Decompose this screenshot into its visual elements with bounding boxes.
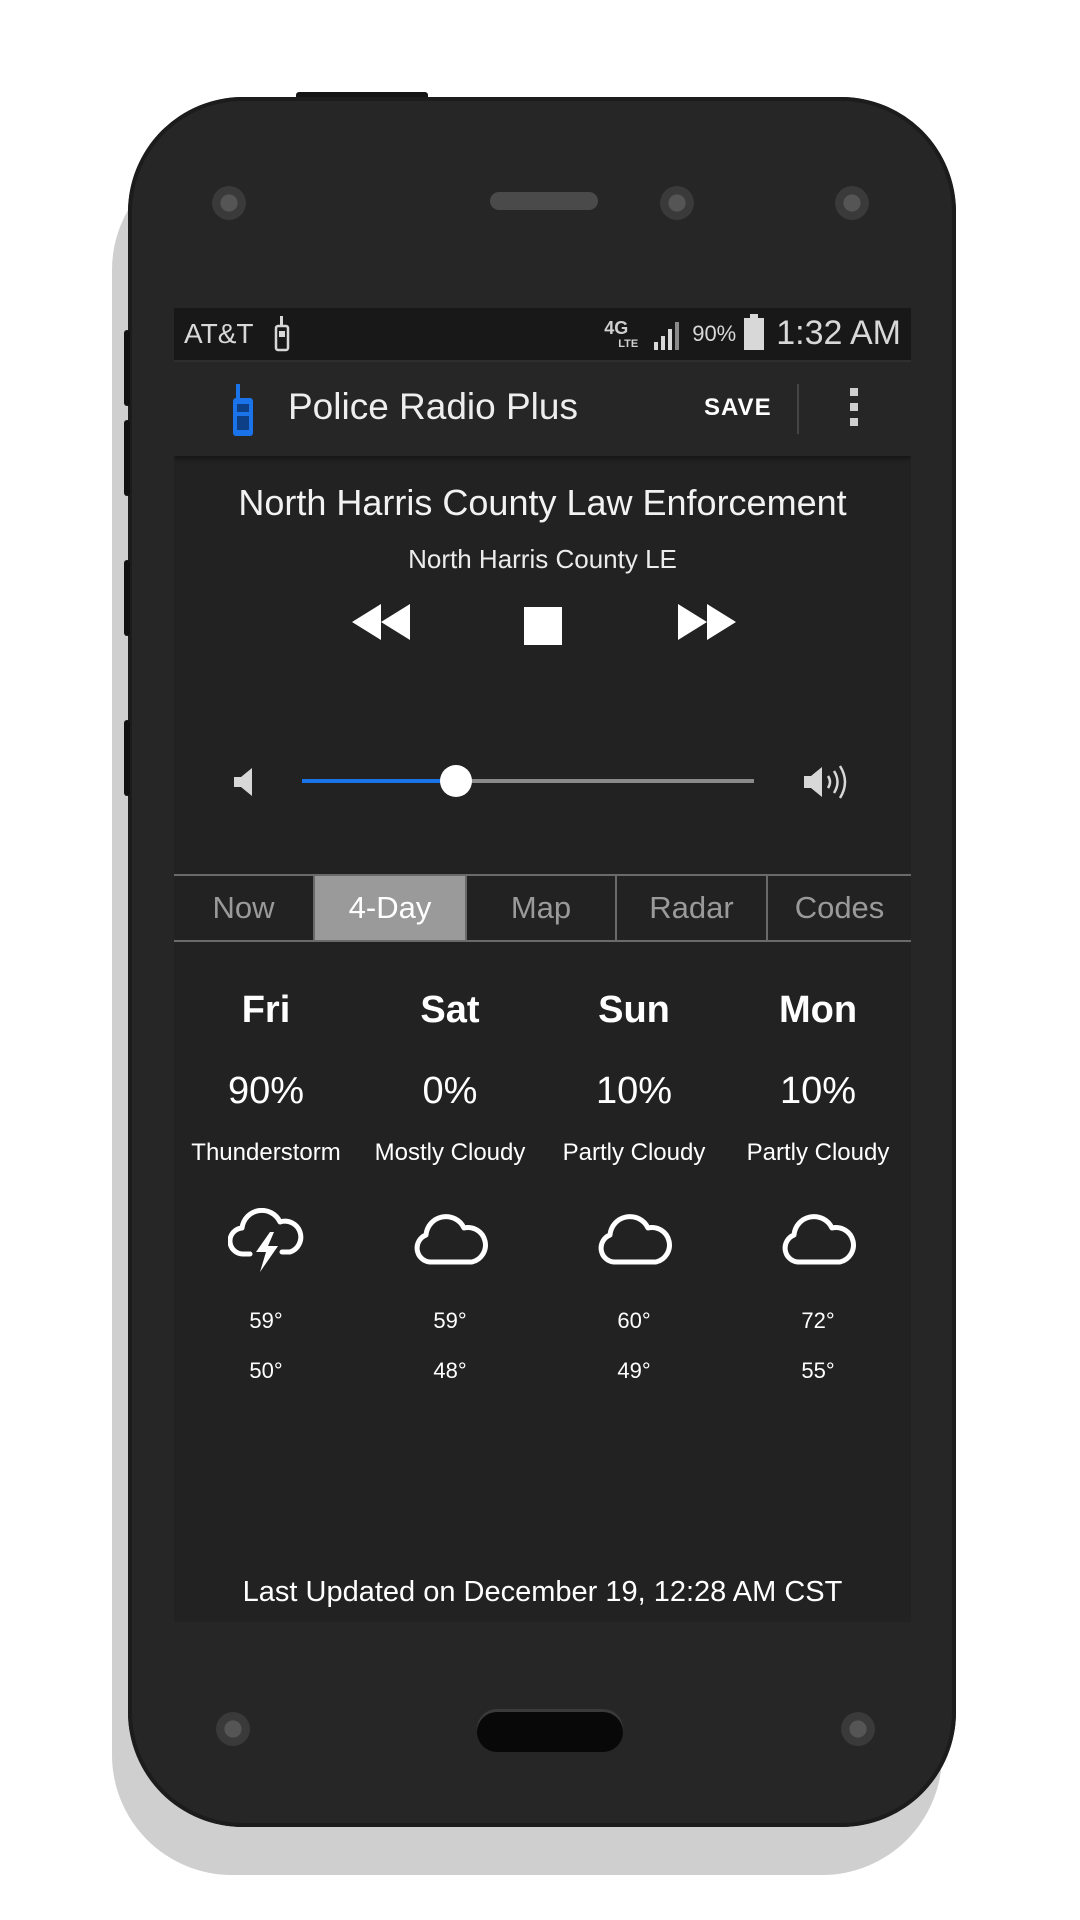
- precip-chance: 10%: [595, 1070, 673, 1112]
- fast-forward-icon[interactable]: [678, 604, 736, 640]
- tab-label: Map: [510, 890, 572, 925]
- station-title: North Harris County Law Enforcement: [238, 482, 847, 523]
- app-title: Police Radio Plus: [288, 386, 578, 427]
- condition-label: Partly Cloudy: [562, 1139, 706, 1166]
- earpiece-speaker: [490, 192, 598, 210]
- carrier-label: AT&T: [184, 318, 254, 349]
- cloud-icon: [414, 1214, 488, 1265]
- app-bar: Police Radio Plus SAVE: [174, 362, 911, 456]
- low-temp: 49°: [617, 1358, 651, 1383]
- tab-label: Radar: [649, 890, 734, 925]
- cloud-icon: [598, 1214, 672, 1265]
- status-bar: AT&T 4G LTE 90% 1:32 AM: [174, 308, 911, 362]
- front-sensor-left: [212, 186, 246, 220]
- station-subtitle: North Harris County LE: [408, 544, 677, 574]
- day-name: Fri: [241, 989, 291, 1031]
- high-temp: 59°: [433, 1308, 467, 1333]
- stop-icon[interactable]: [524, 607, 562, 645]
- tab-codes[interactable]: Codes: [768, 876, 911, 940]
- volume-down-button: [124, 420, 130, 496]
- radio-app-icon: [233, 384, 253, 436]
- day-name: Sun: [598, 989, 670, 1031]
- battery-icon: [744, 313, 765, 350]
- precip-chance: 90%: [227, 1070, 305, 1112]
- network-sub-label: LTE: [618, 337, 639, 350]
- high-temp: 60°: [617, 1308, 651, 1333]
- thunderstorm-icon: [228, 1208, 304, 1272]
- condition-label: Mostly Cloudy: [374, 1139, 526, 1166]
- radio-notification-icon: [274, 316, 290, 352]
- low-temp: 48°: [433, 1358, 467, 1383]
- tab-radar[interactable]: Radar: [617, 876, 768, 940]
- front-sensor-right: [835, 186, 869, 220]
- weather-tabs: Now 4-Day Map Radar Codes: [174, 874, 911, 942]
- front-camera: [660, 186, 694, 220]
- save-button[interactable]: SAVE: [704, 394, 772, 422]
- four-day-forecast: Fri 90% Thunderstorm 59° 50° Sat 0% Most…: [174, 984, 911, 1424]
- tab-4-day[interactable]: 4-Day: [315, 876, 467, 940]
- overflow-menu-icon[interactable]: [848, 388, 860, 434]
- precip-chance: 0%: [422, 1070, 478, 1112]
- camera-button: [124, 560, 130, 636]
- forecast-day: Sun 10% Partly Cloudy 60° 49°: [542, 984, 726, 1384]
- low-temp: 50°: [249, 1358, 283, 1383]
- last-updated-label: Last Updated on December 19, 12:28 AM CS…: [242, 1576, 843, 1608]
- bottom-sensor-right: [841, 1712, 875, 1746]
- day-name: Sat: [420, 989, 480, 1031]
- network-label: 4G: [604, 317, 629, 338]
- forecast-day: Mon 10% Partly Cloudy 72° 55°: [726, 984, 910, 1384]
- tab-label: Codes: [794, 890, 885, 925]
- low-temp: 55°: [801, 1358, 835, 1383]
- clock: 1:32 AM: [776, 314, 901, 352]
- precip-chance: 10%: [779, 1070, 857, 1112]
- condition-label: Thunderstorm: [191, 1139, 341, 1166]
- signal-strength-icon: [654, 321, 680, 350]
- volume-slider[interactable]: [302, 765, 754, 797]
- volume-up-button: [124, 330, 130, 406]
- volume-slider-thumb[interactable]: [439, 765, 472, 797]
- forecast-day: Fri 90% Thunderstorm 59° 50°: [174, 984, 358, 1384]
- rewind-icon[interactable]: [352, 604, 410, 640]
- home-button[interactable]: [477, 1712, 623, 1752]
- volume-high-icon: [804, 765, 847, 799]
- tab-now[interactable]: Now: [174, 876, 315, 940]
- status-indicators: 4G LTE 90% 1:32 AM: [604, 313, 901, 353]
- network-type-icon: 4G LTE: [604, 316, 644, 352]
- tab-label: 4-Day: [348, 890, 432, 925]
- appbar-divider: [797, 384, 799, 434]
- forecast-day: Sat 0% Mostly Cloudy 59° 48°: [358, 984, 542, 1384]
- tab-label: Now: [212, 890, 275, 925]
- app-screen: AT&T 4G LTE 90% 1:32 AM Police Radio Plu…: [174, 308, 911, 1622]
- battery-percent: 90%: [692, 320, 737, 346]
- volume-low-icon: [234, 768, 252, 796]
- bottom-sensor-left: [216, 1712, 250, 1746]
- volume-slider-fill: [302, 779, 456, 783]
- tab-map[interactable]: Map: [467, 876, 617, 940]
- high-temp: 59°: [249, 1308, 283, 1333]
- condition-label: Partly Cloudy: [746, 1139, 890, 1166]
- side-button: [124, 720, 130, 796]
- cloud-icon: [782, 1214, 856, 1265]
- day-name: Mon: [778, 989, 858, 1031]
- high-temp: 72°: [801, 1308, 835, 1333]
